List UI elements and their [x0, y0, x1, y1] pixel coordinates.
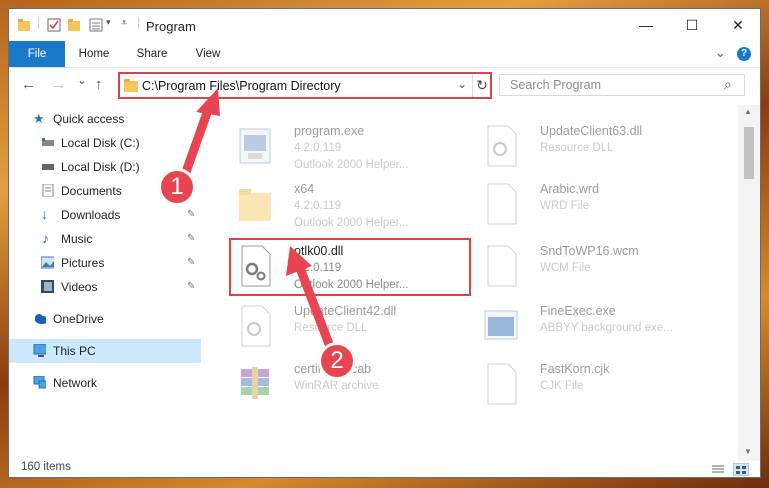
arrow-head-1 [196, 88, 220, 116]
callout-step-1: 1 [158, 168, 196, 206]
callout-step-2: 2 [318, 342, 356, 380]
annotation-arrows [181, 88, 337, 357]
